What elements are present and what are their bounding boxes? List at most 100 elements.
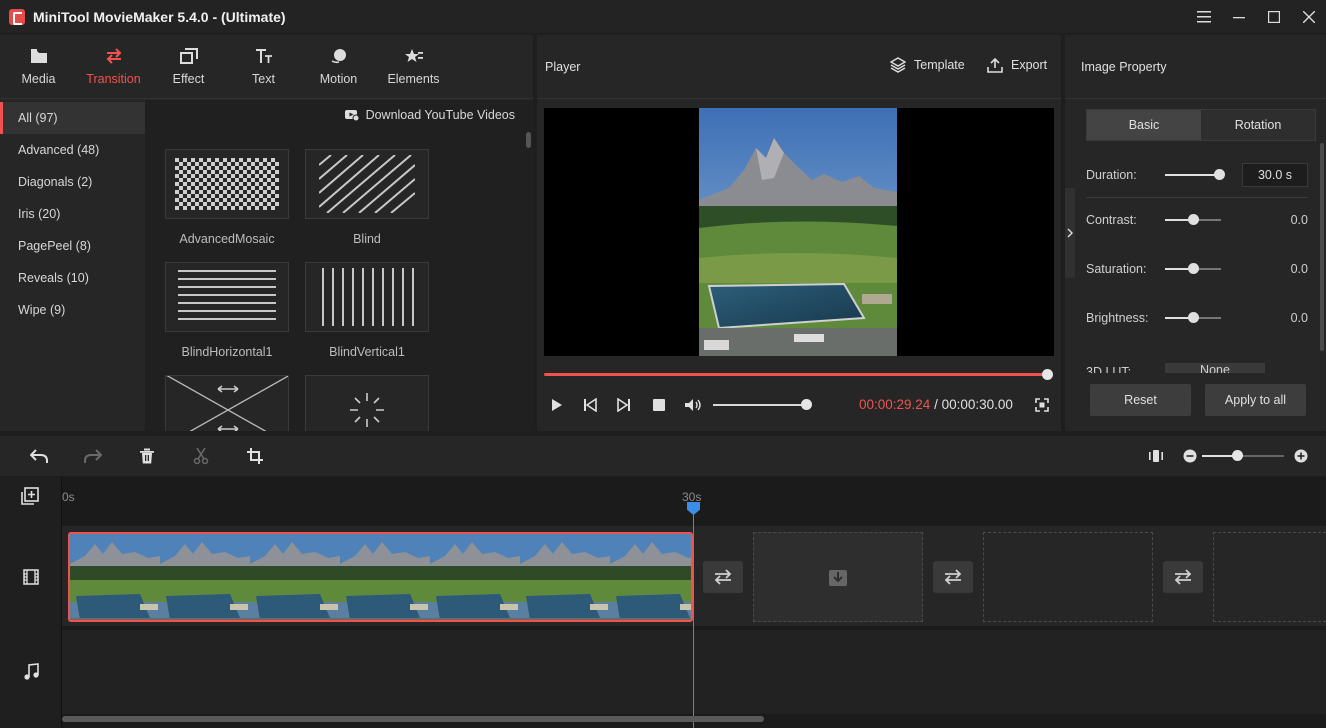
menu-button[interactable] [1186, 0, 1221, 33]
category-iris[interactable]: Iris (20) [0, 198, 145, 230]
playhead[interactable] [693, 505, 694, 728]
duration-slider-knob[interactable] [1214, 169, 1226, 180]
crop-button[interactable] [245, 446, 265, 466]
transition-item-blindhorizontal1[interactable]: BlindHorizontal1 [165, 262, 289, 359]
checkerboard-icon [175, 158, 279, 210]
category-reveals[interactable]: Reveals (10) [0, 262, 145, 294]
current-time: 00:00:29.24 [859, 397, 931, 412]
delete-button[interactable] [137, 446, 157, 466]
category-wipe[interactable]: Wipe (9) [0, 294, 145, 326]
timeline-scrollbar[interactable] [62, 716, 764, 722]
contrast-slider-knob[interactable] [1187, 214, 1199, 225]
category-all[interactable]: All (97) [0, 102, 145, 134]
tab-motion-label: Motion [319, 71, 358, 86]
transition-item-blind[interactable]: Blind [305, 149, 429, 246]
volume-button[interactable] [683, 393, 703, 417]
category-pagepeel[interactable]: PagePeel (8) [0, 230, 145, 262]
hamburger-icon [1196, 10, 1211, 22]
transition-slot-button[interactable] [1163, 561, 1203, 593]
export-label: Export [1011, 58, 1048, 72]
zoom-out-icon [1183, 449, 1197, 463]
app-logo-icon [9, 8, 25, 25]
tab-motion[interactable]: Motion [301, 35, 376, 98]
audio-track[interactable] [62, 630, 1326, 714]
tab-elements[interactable]: Elements [376, 35, 451, 98]
tab-media[interactable]: Media [1, 35, 76, 98]
transition-slot-button[interactable] [933, 561, 973, 593]
zoom-out-button[interactable] [1180, 446, 1200, 466]
previous-frame-button[interactable] [582, 393, 598, 417]
video-clip[interactable] [68, 532, 693, 622]
playback-controls: 00:00:29.24 / 00:00:30.00 [537, 393, 1061, 417]
stop-button[interactable] [652, 393, 666, 417]
zoom-knob[interactable] [1232, 450, 1243, 461]
transition-icon [944, 569, 962, 585]
minimize-icon [1232, 16, 1245, 18]
category-diagonals[interactable]: Diagonals (2) [0, 166, 145, 198]
saturation-slider-knob[interactable] [1187, 263, 1199, 274]
tab-elements-label: Elements [387, 71, 440, 86]
apply-to-all-button[interactable]: Apply to all [1205, 384, 1306, 416]
tab-text[interactable]: Text [226, 35, 301, 98]
zoom-in-button[interactable] [1291, 446, 1311, 466]
property-scrollbar[interactable] [1320, 143, 1324, 351]
library-panel: Media Transition Effect Text Motion Elem… [0, 35, 533, 431]
download-youtube-link[interactable]: Download YouTube Videos [344, 108, 515, 122]
duration-input[interactable]: 30.0 s [1242, 163, 1308, 187]
player-title: Player [545, 59, 581, 74]
empty-clip-slot[interactable] [983, 532, 1153, 622]
transition-slot-button[interactable] [703, 561, 743, 593]
timeline-toolbar [0, 436, 1326, 476]
undo-button[interactable] [29, 446, 49, 466]
brightness-slider-knob[interactable] [1187, 312, 1199, 323]
duration-label: Duration: [1086, 168, 1137, 182]
playback-progress-knob[interactable] [1042, 369, 1053, 380]
close-button[interactable] [1291, 0, 1326, 33]
scissors-icon [193, 447, 209, 465]
category-advanced[interactable]: Advanced (48) [0, 134, 145, 166]
library-scrollbar[interactable] [526, 132, 531, 148]
collapse-panel-button[interactable] [1065, 188, 1075, 278]
play-button[interactable] [549, 393, 565, 417]
split-button[interactable] [191, 446, 211, 466]
redo-button[interactable] [83, 446, 103, 466]
preview-frame-image [699, 108, 897, 356]
lut-select[interactable]: None [1165, 363, 1265, 373]
tab-rotation[interactable]: Rotation [1201, 110, 1315, 140]
export-button[interactable]: Export [987, 57, 1047, 73]
crop-icon [247, 448, 263, 464]
tab-effect[interactable]: Effect [151, 35, 226, 98]
chevron-right-icon [1067, 228, 1073, 238]
fullscreen-button[interactable] [1034, 393, 1050, 417]
transition-item-advancedmosaic[interactable]: AdvancedMosaic [165, 149, 289, 246]
maximize-button[interactable] [1256, 0, 1291, 33]
template-button[interactable]: Template [890, 57, 965, 73]
transition-item-label: AdvancedMosaic [179, 232, 275, 246]
empty-clip-slot[interactable] [753, 532, 923, 622]
transition-item-burst[interactable] [305, 375, 429, 431]
tab-basic[interactable]: Basic [1087, 110, 1201, 140]
library-tabs: Media Transition Effect Text Motion Elem… [0, 35, 533, 99]
lut-row: 3D LUT: None [1086, 363, 1308, 373]
burst-icon [350, 393, 384, 427]
skip-forward-icon [617, 398, 630, 412]
time-display: 00:00:29.24 / 00:00:30.00 [859, 397, 1013, 412]
reset-button[interactable]: Reset [1090, 384, 1191, 416]
next-frame-button[interactable] [616, 393, 632, 417]
minimize-button[interactable] [1221, 0, 1256, 33]
volume-knob[interactable] [801, 399, 812, 410]
export-icon [987, 57, 1003, 73]
play-icon [552, 399, 562, 411]
brightness-row: Brightness: 0.0 [1086, 308, 1308, 328]
fit-timeline-button[interactable] [1146, 446, 1166, 466]
add-track-button[interactable] [21, 487, 39, 508]
tab-transition[interactable]: Transition [76, 35, 151, 98]
transition-grid: Download YouTube Videos AdvancedMosaic B… [145, 100, 533, 431]
video-preview[interactable] [544, 108, 1054, 356]
transition-item-blindvertical1[interactable]: BlindVertical1 [305, 262, 429, 359]
volume-slider[interactable] [713, 404, 805, 406]
add-track-icon [21, 487, 39, 505]
transition-item-cross[interactable] [165, 375, 289, 431]
playback-progress-bar[interactable] [544, 373, 1048, 376]
empty-clip-slot[interactable] [1213, 532, 1326, 622]
